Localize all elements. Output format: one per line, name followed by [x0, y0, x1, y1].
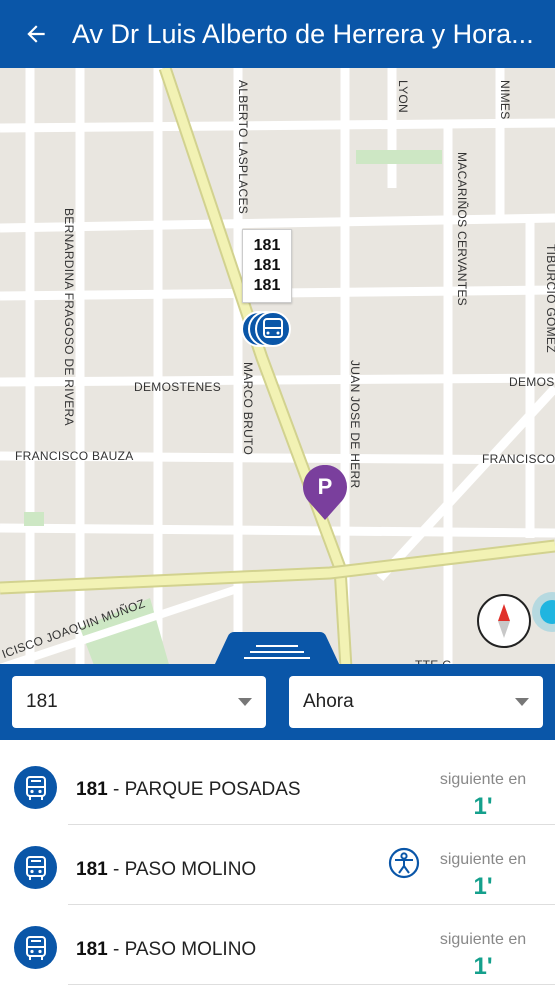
route-label: 181 - PARQUE POSADAS — [76, 779, 301, 801]
bus-stop-marker[interactable] — [240, 310, 296, 348]
street-label: MACARIÑOS CERVANTES — [455, 152, 469, 306]
street-label: MARCO BRUTO — [241, 362, 255, 456]
arrivals-list: 181 - PARQUE POSADAS siguiente en 1' 181… — [0, 740, 555, 1000]
next-label: siguiente en — [439, 851, 527, 868]
route-line: 181 — [76, 939, 108, 960]
chevron-down-icon — [238, 698, 252, 706]
arrival-minutes: 1' — [473, 953, 493, 980]
panel-drag-handle[interactable] — [214, 632, 340, 666]
line-select[interactable]: 181 — [12, 676, 266, 728]
stop-line: 181 — [253, 257, 281, 274]
line-select-value: 181 — [26, 691, 58, 712]
app-bar: Av Dr Luis Alberto de Herrera y Hora... — [0, 0, 555, 68]
street-label: JUAN JOSE DE HERR — [348, 360, 362, 489]
time-select[interactable]: Ahora — [289, 676, 543, 728]
page-title: Av Dr Luis Alberto de Herrera y Hora... — [72, 18, 534, 49]
compass-button[interactable] — [477, 594, 531, 648]
street-label: DEMOS — [509, 375, 555, 389]
back-button[interactable] — [0, 0, 72, 68]
route-label: 181 - PASO MOLINO — [76, 859, 256, 881]
arrival-minutes: 1' — [473, 793, 493, 820]
divider — [68, 984, 555, 985]
chevron-down-icon — [515, 698, 529, 706]
map-streets — [0, 68, 555, 668]
stop-line: 181 — [253, 237, 281, 254]
route-label: 181 - PASO MOLINO — [76, 939, 256, 961]
map-view[interactable]: ALBERTO LASPLACES LYON NIMES MACARIÑOS C… — [0, 68, 555, 668]
street-label: FRANCISCO BAUZA — [15, 449, 134, 463]
route-destination: - PASO MOLINO — [107, 859, 257, 880]
drag-handle-icon — [214, 632, 340, 666]
street-label: TIBURCIO GOMEZ — [544, 244, 555, 353]
route-line: 181 — [76, 779, 108, 800]
next-label: siguiente en — [439, 931, 527, 948]
street-label: NIMES — [498, 80, 512, 120]
stop-line: 181 — [253, 277, 281, 294]
bus-stop-icon — [241, 311, 291, 347]
list-item[interactable]: 181 - PASO MOLINO siguiente en 1' — [0, 905, 555, 985]
route-destination: - PASO MOLINO — [107, 939, 257, 960]
accessibility-icon — [388, 847, 420, 884]
compass-icon — [498, 604, 510, 638]
parking-label: P — [317, 474, 333, 499]
street-label: FRANCISCO — [482, 452, 555, 466]
bus-icon — [14, 926, 57, 969]
street-label: ALBERTO LASPLACES — [236, 80, 250, 215]
route-destination: - PARQUE POSADAS — [107, 779, 301, 800]
parking-marker[interactable]: P — [302, 464, 348, 521]
street-label: BERNARDINA FRAGOSO DE RIVERA — [62, 208, 76, 426]
arrival-minutes: 1' — [473, 873, 493, 900]
list-item[interactable]: 181 - PARQUE POSADAS siguiente en 1' — [0, 745, 555, 825]
bus-icon — [14, 766, 57, 809]
route-line: 181 — [76, 859, 108, 880]
arrow-left-icon — [27, 25, 45, 43]
bus-icon — [14, 846, 57, 889]
time-select-value: Ahora — [303, 691, 354, 712]
list-item[interactable]: 181 - PASO MOLINO siguiente en 1' — [0, 825, 555, 905]
stop-lines-card[interactable]: 181 181 181 — [242, 229, 292, 303]
next-label: siguiente en — [439, 771, 527, 788]
street-label: LYON — [396, 80, 410, 113]
street-label: DEMOSTENES — [134, 380, 222, 394]
